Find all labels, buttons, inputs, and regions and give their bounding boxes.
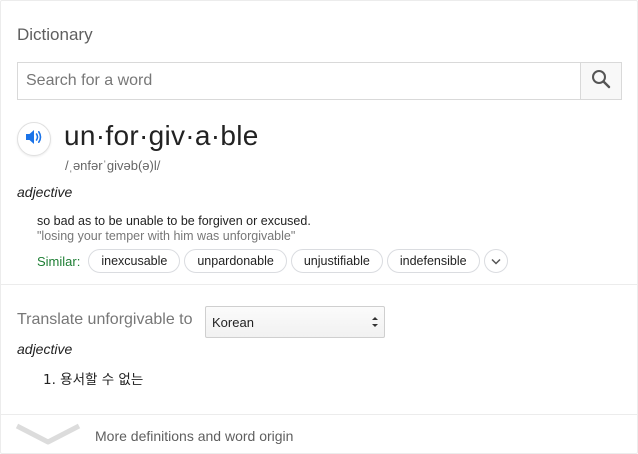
similar-chip-inexcusable[interactable]: inexcusable [88,249,181,273]
more-definitions-link[interactable]: More definitions and word origin [95,428,293,444]
selected-language: Korean [212,314,254,330]
similar-label: Similar: [37,253,81,269]
chevron-down-icon [15,423,81,449]
similar-words-row: Similar: inexcusable unpardonable unjust… [37,249,508,273]
search-box [17,62,622,100]
part-of-speech: adjective [17,184,73,200]
section-divider [1,284,637,285]
more-definitions-toggle[interactable] [15,423,81,445]
select-arrows-icon [371,315,379,329]
definition: so bad as to be unable to be forgiven or… [37,214,311,228]
search-icon [591,69,611,94]
expand-similar-button[interactable] [483,249,508,273]
pronunciation-button[interactable] [17,122,51,156]
headword: un·for·giv·a·ble [64,120,259,151]
widget-title: Dictionary [17,25,93,44]
similar-chip-unpardonable[interactable]: unpardonable [184,249,287,273]
phonetic-spelling: /ˌənfərˈɡivəb(ə)l/ [65,158,161,173]
example-sentence: "losing your temper with him was unforgi… [37,229,296,243]
search-button[interactable] [580,63,621,99]
search-input[interactable] [18,63,580,99]
translation-part-of-speech: adjective [17,341,73,357]
similar-chip-indefensible[interactable]: indefensible [386,249,480,273]
translation-item: 1. 용서할 수 없는 [43,372,144,388]
speaker-icon [25,129,43,150]
similar-chip-unjustifiable[interactable]: unjustifiable [290,249,383,273]
language-select[interactable]: Korean [205,306,385,338]
chevron-down-icon [491,252,501,270]
dictionary-card: Dictionary un·for·giv·a·ble /ˌənfərˈɡivə… [0,0,638,454]
translate-label: Translate unforgivable to [17,311,193,328]
footer-divider [1,414,637,415]
